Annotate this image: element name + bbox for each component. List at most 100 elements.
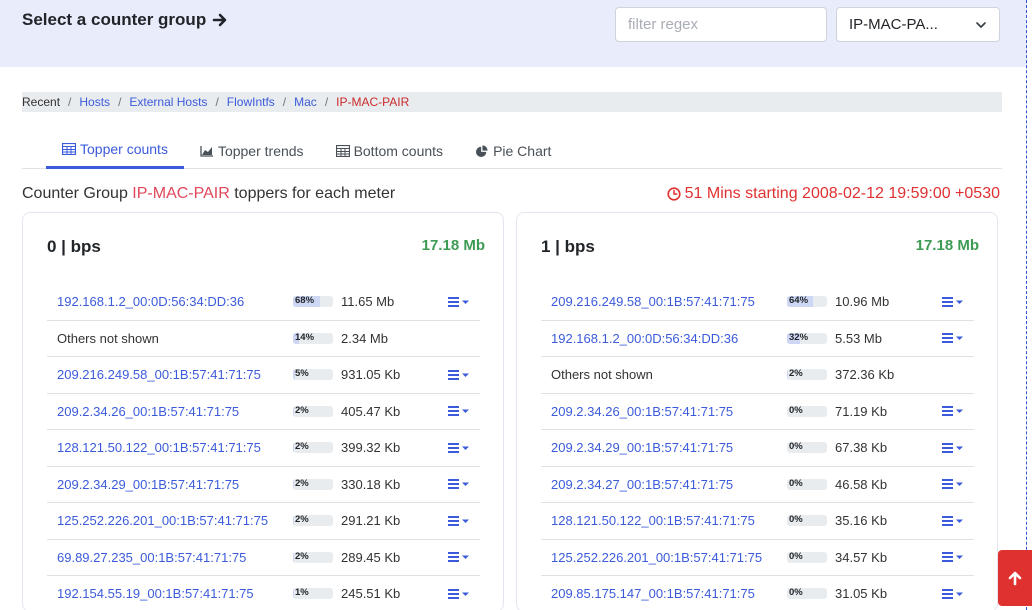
percent-label: 2% bbox=[295, 442, 309, 453]
percent-label: 32% bbox=[789, 332, 809, 343]
percent-bar: 1% bbox=[293, 588, 333, 600]
counter-group-select[interactable]: IP-MAC-PA... bbox=[836, 7, 1000, 42]
percent-label: 0% bbox=[789, 588, 803, 599]
time-window-text: 51 Mins starting 2008-02-12 19:59:00 +05… bbox=[684, 185, 1000, 202]
breadcrumb-mac[interactable]: Mac bbox=[294, 95, 317, 109]
menu-dropdown-icon[interactable] bbox=[447, 477, 471, 491]
menu-dropdown-icon[interactable] bbox=[447, 514, 471, 528]
breadcrumb-ip-mac-pair[interactable]: IP-MAC-PAIR bbox=[336, 95, 409, 109]
menu-dropdown-icon[interactable] bbox=[447, 441, 471, 455]
breadcrumb-recent[interactable]: Recent bbox=[22, 95, 60, 109]
table-row: 209.2.34.27_00:1B:57:41:71:75 0% 46.58 Kb bbox=[541, 467, 974, 503]
menu-dropdown-icon[interactable] bbox=[941, 404, 965, 418]
row-value: 46.58 Kb bbox=[835, 476, 888, 492]
table-row: 69.89.27.235_00:1B:57:41:71:75 2% 289.45 K… bbox=[47, 540, 480, 576]
percent-bar: 0% bbox=[787, 405, 827, 417]
row-key-link[interactable]: 209.2.34.27_00:1B:57:41:71:75 bbox=[551, 477, 733, 492]
row-key-link[interactable]: 209.2.34.26_00:1B:57:41:71:75 bbox=[57, 404, 239, 419]
menu-dropdown-icon[interactable] bbox=[447, 368, 471, 382]
row-key-link[interactable]: 209.85.175.147_00:1B:57:41:71:75 bbox=[551, 586, 755, 601]
row-value: 405.47 Kb bbox=[341, 403, 401, 419]
card-title: 0 | bps bbox=[47, 237, 101, 256]
breadcrumb-flowintfs[interactable]: FlowIntfs bbox=[227, 95, 275, 109]
menu-dropdown-icon[interactable] bbox=[941, 550, 965, 564]
table-row: 209.2.34.29_00:1B:57:41:71:75 0% 67.38 Kb bbox=[541, 430, 974, 467]
dashed-guide-line bbox=[1026, 0, 1027, 610]
menu-dropdown-icon[interactable] bbox=[941, 514, 965, 528]
row-key-link[interactable]: 209.2.34.29_00:1B:57:41:71:75 bbox=[57, 477, 239, 492]
row-value: 291.21 Kb bbox=[341, 513, 401, 529]
percent-bar-fill bbox=[293, 405, 294, 417]
breadcrumb-separator: / bbox=[118, 95, 122, 109]
table-row: 192.154.55.19_00:1B:57:41:71:75 1% 245.51 … bbox=[47, 576, 480, 610]
row-key-link[interactable]: 192.154.55.19_00:1B:57:41:71:75 bbox=[57, 586, 254, 601]
percent-bar-fill bbox=[787, 369, 788, 381]
percent-bar: 0% bbox=[787, 551, 827, 563]
row-key-link[interactable]: 192.168.1.2_00:0D:56:34:DD:36 bbox=[551, 331, 738, 346]
table-row: 209.2.34.26_00:1B:57:41:71:75 2% 405.47 Kb bbox=[47, 394, 480, 430]
tab-pie-chart[interactable]: Pie Chart bbox=[459, 132, 567, 169]
row-value: 34.57 Kb bbox=[835, 549, 888, 565]
row-value: 245.51 Kb bbox=[341, 586, 401, 602]
percent-label: 68% bbox=[295, 296, 315, 307]
percent-bar-fill bbox=[293, 551, 294, 563]
tab-topper-counts[interactable]: Topper counts bbox=[46, 132, 184, 169]
percent-label: 2% bbox=[789, 369, 803, 380]
percent-label: 0% bbox=[789, 405, 803, 416]
table-row: 209.216.249.58_00:1B:57:41:71:75 64% 10.96… bbox=[541, 284, 974, 321]
percent-label: 2% bbox=[295, 405, 309, 416]
menu-dropdown-icon[interactable] bbox=[941, 331, 965, 345]
row-key-link[interactable]: 125.252.226.201_00:1B:57:41:71:75 bbox=[57, 513, 268, 528]
percent-label: 64% bbox=[789, 296, 809, 307]
summary-suffix: toppers for each meter bbox=[234, 185, 396, 202]
filter-regex-input[interactable] bbox=[615, 7, 827, 42]
row-value: 5.53 Mb bbox=[835, 330, 882, 346]
percent-bar: 5% bbox=[293, 369, 333, 381]
menu-dropdown-icon[interactable] bbox=[447, 404, 471, 418]
menu-dropdown-icon[interactable] bbox=[941, 295, 965, 309]
row-key-link[interactable]: 209.216.249.58_00:1B:57:41:71:75 bbox=[57, 367, 261, 382]
row-key-link[interactable]: 128.121.50.122_00:1B:57:41:71:75 bbox=[551, 513, 755, 528]
table-row: 128.121.50.122_00:1B:57:41:71:75 2% 399.32… bbox=[47, 430, 480, 467]
row-key-link[interactable]: 125.252.226.201_00:1B:57:41:71:75 bbox=[551, 550, 762, 565]
percent-bar: 0% bbox=[787, 442, 827, 454]
tab-topper-trends[interactable]: Topper trends bbox=[184, 132, 320, 169]
chevron-down-icon bbox=[976, 21, 986, 28]
table-row: 192.168.1.2_00:0D:56:34:DD:36 32% 5.53 Mb bbox=[541, 321, 974, 357]
percent-bar: 2% bbox=[293, 405, 333, 417]
table-row: 209.2.34.26_00:1B:57:41:71:75 0% 71.19 Kb bbox=[541, 394, 974, 430]
topper-table: 209.216.249.58_00:1B:57:41:71:75 64% 10.96… bbox=[541, 284, 974, 610]
breadcrumb-hosts[interactable]: Hosts bbox=[79, 95, 110, 109]
breadcrumb-external-hosts[interactable]: External Hosts bbox=[129, 95, 207, 109]
percent-label: 2% bbox=[295, 478, 309, 489]
menu-dropdown-icon[interactable] bbox=[447, 587, 471, 601]
table-row: 125.252.226.201_00:1B:57:41:71:75 0% 34.57… bbox=[541, 540, 974, 576]
row-key-link[interactable]: 128.121.50.122_00:1B:57:41:71:75 bbox=[57, 440, 261, 455]
row-value: 35.16 Kb bbox=[835, 513, 888, 529]
row-value: 11.65 Mb bbox=[341, 294, 395, 310]
scroll-to-top-button[interactable] bbox=[998, 550, 1032, 606]
row-key-link[interactable]: 209.2.34.26_00:1B:57:41:71:75 bbox=[551, 404, 733, 419]
menu-dropdown-icon[interactable] bbox=[941, 441, 965, 455]
card-total: 17.18 Mb bbox=[915, 237, 979, 254]
counter-group-summary: Counter Group IP-MAC-PAIR toppers for ea… bbox=[22, 185, 395, 203]
percent-label: 2% bbox=[295, 515, 309, 526]
menu-dropdown-icon[interactable] bbox=[447, 295, 471, 309]
menu-dropdown-icon[interactable] bbox=[447, 550, 471, 564]
row-key-link[interactable]: 192.168.1.2_00:0D:56:34:DD:36 bbox=[57, 294, 244, 309]
tab-bottom-counts[interactable]: Bottom counts bbox=[320, 132, 460, 169]
percent-bar-fill bbox=[293, 515, 294, 527]
row-value: 67.38 Kb bbox=[835, 440, 888, 456]
row-key-link[interactable]: 209.2.34.29_00:1B:57:41:71:75 bbox=[551, 440, 733, 455]
percent-label: 5% bbox=[295, 369, 309, 380]
percent-bar: 14% bbox=[293, 332, 333, 344]
percent-label: 0% bbox=[789, 551, 803, 562]
breadcrumb-separator: / bbox=[68, 95, 72, 109]
card-header: 0 | bps 17.18 Mb bbox=[47, 237, 485, 257]
menu-dropdown-icon[interactable] bbox=[941, 477, 965, 491]
table-icon bbox=[335, 144, 350, 157]
row-key-link[interactable]: 69.89.27.235_00:1B:57:41:71:75 bbox=[57, 550, 246, 565]
menu-dropdown-icon[interactable] bbox=[941, 587, 965, 601]
row-key-link[interactable]: 209.216.249.58_00:1B:57:41:71:75 bbox=[551, 294, 755, 309]
row-value: 31.05 Kb bbox=[835, 586, 888, 602]
